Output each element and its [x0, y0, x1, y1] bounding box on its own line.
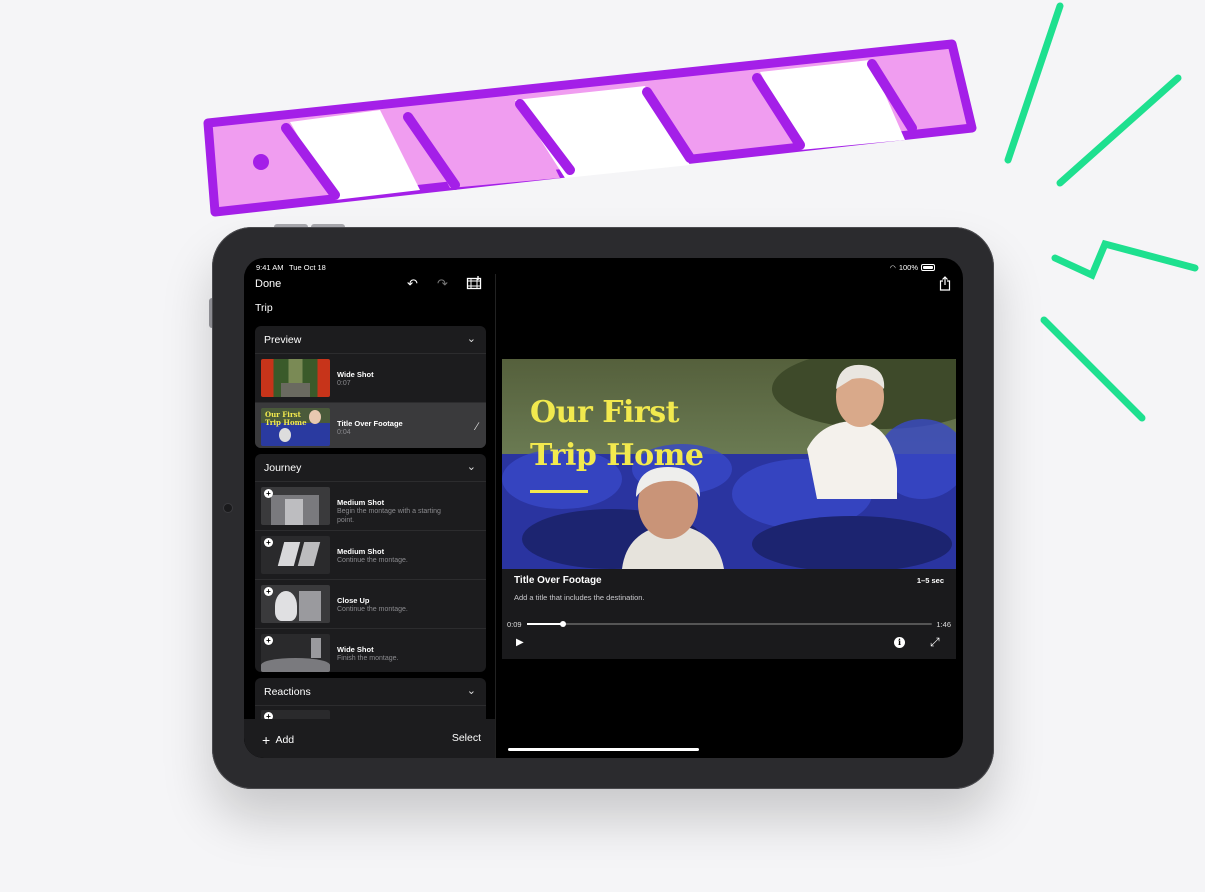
add-icon[interactable]: +	[264, 538, 273, 547]
add-icon[interactable]: +	[264, 587, 273, 596]
clip-placeholder-thumbnail: +	[261, 487, 330, 525]
list-item[interactable]: + Close Up Continue the montage.	[255, 580, 486, 629]
video-title-text: Our First Trip Home	[530, 391, 704, 477]
clip-placeholder-thumbnail: +	[261, 536, 330, 574]
info-icon[interactable]: i	[894, 637, 905, 648]
clip-title: Title Over Footage	[337, 419, 403, 428]
clip-title: Wide Shot	[337, 370, 374, 379]
sidebar-bottom-bar: + Add Select	[244, 719, 495, 758]
project-title: Trip	[255, 302, 273, 314]
video-title-line1: Our First	[530, 395, 679, 430]
video-player: Our First Trip Home Title Over Footage 1…	[502, 359, 956, 659]
clip-title: Close Up	[337, 596, 370, 605]
ipad-screen: 9:41 AM Tue Oct 18 ◠ 100% Done ↶ ↷ Trip …	[244, 258, 963, 758]
section-journey: Journey ⌄ + Medium Shot Begin the montag…	[255, 454, 486, 672]
clip-thumbnail	[261, 359, 330, 397]
storyboard-sidebar: Done ↶ ↷ Trip Preview ⌄ Wide Shot 0:07 O…	[244, 274, 496, 758]
scrubber[interactable]	[527, 621, 932, 627]
list-item[interactable]: + Medium Shot Continue the montage.	[255, 531, 486, 580]
chevron-down-icon[interactable]: ⌄	[467, 460, 476, 473]
share-icon[interactable]	[939, 276, 951, 294]
section-header[interactable]: Journey ⌄	[255, 454, 486, 482]
chevron-down-icon[interactable]: ⌄	[467, 332, 476, 345]
section-preview: Preview ⌄ Wide Shot 0:07 Our First Trip H…	[255, 326, 486, 448]
clip-info-title: Title Over Footage	[514, 575, 602, 586]
add-icon[interactable]: +	[264, 489, 273, 498]
clip-subtitle: Begin the montage with a starting point.	[337, 508, 441, 524]
status-date: Tue Oct 18	[289, 263, 326, 272]
list-item[interactable]: + Wide Shot Finish the montage.	[255, 629, 486, 672]
video-title-line2: Trip Home	[530, 438, 704, 473]
clip-subtitle: 0:04	[337, 429, 351, 436]
clip-placeholder-thumbnail: +	[261, 634, 330, 672]
pencil-icon[interactable]: ∕	[476, 421, 478, 433]
current-time: 0:09	[507, 620, 522, 629]
play-icon[interactable]: ▶	[516, 637, 524, 648]
section-header[interactable]: Preview ⌄	[255, 326, 486, 354]
status-time: 9:41 AM	[256, 263, 284, 272]
clapper-stripe-bar	[203, 39, 977, 217]
clip-title: Wide Shot	[337, 645, 374, 654]
clip-placeholder-thumbnail: +	[261, 585, 330, 623]
section-header[interactable]: Reactions ⌄	[255, 678, 486, 706]
chevron-down-icon[interactable]: ⌄	[467, 684, 476, 697]
clip-subtitle: Continue the montage.	[337, 557, 408, 564]
clip-subtitle: Finish the montage.	[337, 655, 399, 662]
section-title: Journey	[264, 462, 302, 474]
clip-subtitle: 0:07	[337, 380, 351, 387]
video-frame[interactable]: Our First Trip Home	[502, 359, 956, 569]
scrubber-handle[interactable]	[560, 621, 567, 627]
front-camera	[224, 504, 232, 512]
undo-icon[interactable]: ↶	[407, 276, 418, 292]
title-underline	[530, 490, 588, 493]
add-icon[interactable]: +	[264, 636, 273, 645]
select-button[interactable]: Select	[452, 732, 481, 744]
clip-title: Medium Shot	[337, 547, 385, 556]
clip-info-duration: 1–5 sec	[916, 576, 944, 585]
list-item[interactable]: + Medium Shot Begin the montage with a s…	[255, 482, 486, 531]
wifi-icon: ◠	[889, 264, 896, 272]
list-item[interactable]: Our First Trip Home Title Over Footage 0:…	[255, 403, 486, 448]
section-title: Preview	[264, 334, 302, 346]
done-button[interactable]: Done	[255, 278, 281, 290]
add-label: Add	[275, 734, 295, 746]
burst-lines	[1004, 2, 1199, 422]
expand-icon[interactable]: ⤢	[930, 635, 940, 650]
section-title: Reactions	[264, 686, 311, 698]
redo-icon[interactable]: ↷	[437, 276, 448, 292]
list-item[interactable]: Wide Shot 0:07	[255, 354, 486, 403]
add-button[interactable]: + Add	[262, 732, 294, 748]
clip-info-panel: Title Over Footage 1–5 sec Add a title t…	[502, 569, 956, 615]
film-icon[interactable]	[466, 276, 482, 293]
battery-icon	[921, 264, 935, 271]
clip-title: Medium Shot	[337, 498, 385, 507]
home-indicator	[508, 748, 699, 751]
total-time: 1:46	[936, 620, 951, 629]
scrubber-fill	[527, 623, 564, 625]
playback-controls: 0:09 1:46 ▶ i ⤢	[502, 615, 956, 659]
plus-icon: +	[262, 732, 271, 748]
battery-percent: 100%	[898, 263, 918, 272]
clip-subtitle: Continue the montage.	[337, 606, 408, 613]
clip-thumbnail: Our First Trip Home	[261, 408, 330, 446]
clip-info-description: Add a title that includes the destinatio…	[514, 593, 645, 602]
